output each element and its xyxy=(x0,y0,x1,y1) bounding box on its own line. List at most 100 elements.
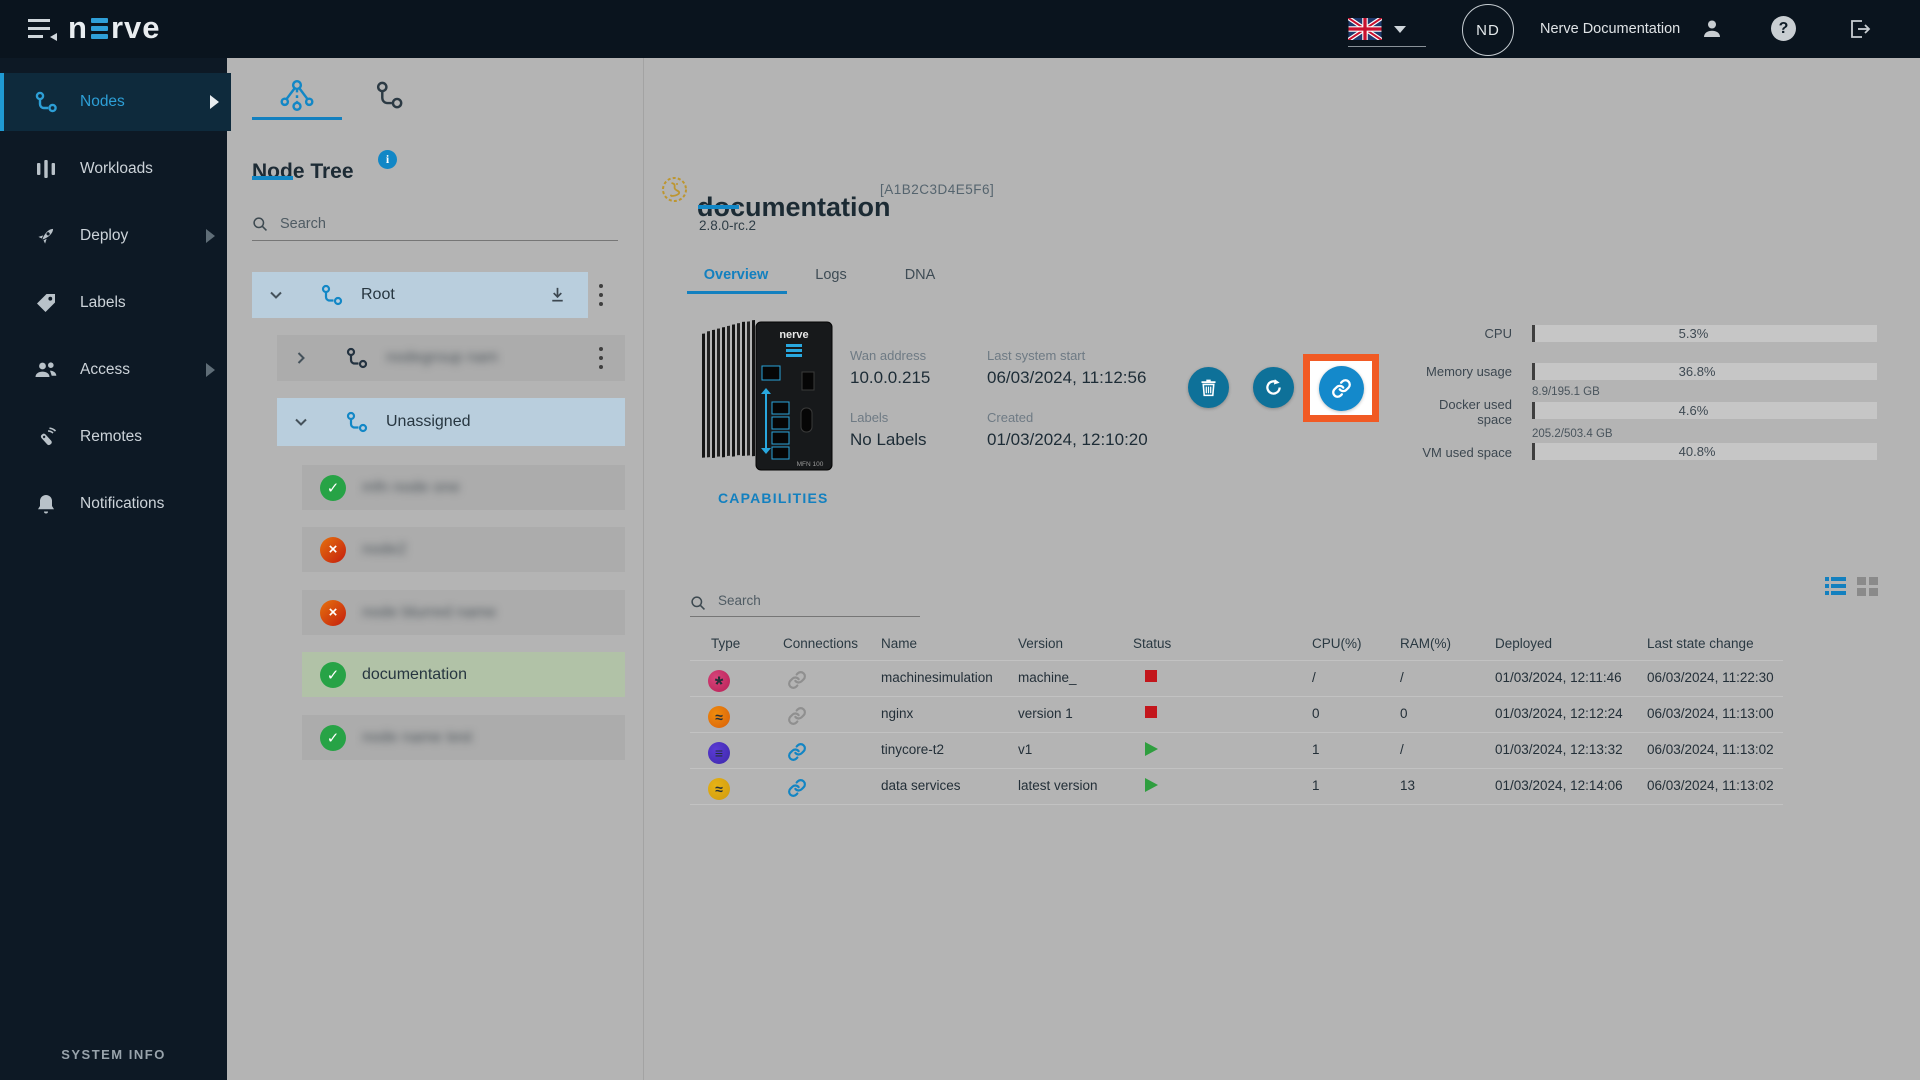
workload-search-input[interactable] xyxy=(690,585,920,617)
tree-node-row[interactable]: × node blurred name xyxy=(302,590,625,635)
user-avatar[interactable]: ND xyxy=(1462,4,1514,56)
kebab-menu-icon[interactable] xyxy=(594,347,608,369)
node-status-online-icon: ✓ xyxy=(320,724,346,751)
workload-type-icon xyxy=(708,778,730,800)
sidebar-item-notifications[interactable]: Notifications xyxy=(0,475,227,533)
stat-label-docker: Docker used space xyxy=(1439,397,1512,427)
field-value-created: 01/03/2024, 12:10:20 xyxy=(987,430,1148,449)
delete-node-button[interactable] xyxy=(1188,367,1229,408)
tree-node-row[interactable]: × node2 xyxy=(302,527,625,572)
field-value-last-start: 06/03/2024, 11:12:56 xyxy=(987,368,1147,387)
node-serial: [A1B2C3D4E5F6] xyxy=(880,182,995,197)
tree-node-row-documentation[interactable]: ✓ documentation xyxy=(302,652,625,697)
field-label: Wan address xyxy=(850,348,927,363)
dna-icon xyxy=(661,176,688,203)
node-group-icon xyxy=(344,409,370,435)
connection-link-icon[interactable] xyxy=(787,670,807,690)
status-started-icon xyxy=(1145,742,1158,756)
tree-node-row[interactable]: ✓ node name test xyxy=(302,715,625,760)
menu-toggle-icon[interactable] xyxy=(28,16,58,42)
reboot-node-button[interactable] xyxy=(1253,367,1294,408)
table-row[interactable]: nginx version 1 0 0 01/03/2024, 12:12:24… xyxy=(690,696,1783,732)
node-status-offline-icon: × xyxy=(320,599,346,626)
logout-icon[interactable] xyxy=(1848,17,1872,41)
tree-group-blurred[interactable]: nodegroup nam xyxy=(277,335,625,381)
stat-label-cpu: CPU xyxy=(1484,326,1512,341)
chevron-down-icon[interactable] xyxy=(293,414,309,430)
connection-link-icon[interactable] xyxy=(787,778,807,798)
sidebar-item-deploy[interactable]: Deploy xyxy=(0,207,227,265)
tree-search-input[interactable] xyxy=(252,208,618,241)
table-row[interactable]: data services latest version 1 13 01/03/… xyxy=(690,768,1783,805)
chevron-down-icon xyxy=(1394,25,1406,33)
node-status-offline-icon: × xyxy=(320,536,346,563)
search-icon xyxy=(252,216,269,233)
status-stopped-icon xyxy=(1145,706,1157,718)
node-name-underline xyxy=(698,205,739,209)
table-row[interactable]: tinycore-t2 v1 1 / 01/03/2024, 12:13:32 … xyxy=(690,732,1783,768)
node-status-online-icon: ✓ xyxy=(320,661,346,688)
sidebar-item-access[interactable]: Access xyxy=(0,341,227,399)
node-detail-panel: documentation [A1B2C3D4E5F6] 2.8.0-rc.2 … xyxy=(643,58,1920,1080)
tab-node-tree-icon[interactable] xyxy=(279,78,315,114)
chevron-right-icon[interactable] xyxy=(293,350,309,366)
list-view-icon[interactable] xyxy=(1825,577,1846,596)
grid-view-icon[interactable] xyxy=(1857,577,1878,596)
sidebar-item-nodes[interactable]: Nodes xyxy=(0,73,231,131)
uk-flag-icon xyxy=(1348,18,1382,40)
apply-tree-icon[interactable] xyxy=(548,285,567,304)
tree-group-unassigned[interactable]: Unassigned xyxy=(277,398,625,446)
chevron-down-icon[interactable] xyxy=(268,287,284,303)
reload-icon xyxy=(1266,379,1281,395)
help-icon[interactable]: ? xyxy=(1771,16,1796,41)
field-value-wan: 10.0.0.215 xyxy=(850,368,931,387)
connection-link-icon[interactable] xyxy=(787,742,807,762)
tab-dna[interactable]: DNA xyxy=(870,267,970,283)
profile-icon[interactable] xyxy=(1700,17,1724,41)
nodes-icon xyxy=(34,90,58,114)
tag-icon xyxy=(34,291,58,315)
title-underline xyxy=(252,176,293,180)
remote-icon xyxy=(34,425,58,449)
status-started-icon xyxy=(1145,778,1158,792)
nerve-logo-e xyxy=(90,17,108,39)
tree-search xyxy=(252,208,618,241)
connect-node-button[interactable] xyxy=(1318,365,1364,411)
table-header-row: Type Connections Name Version Status CPU… xyxy=(711,636,1754,651)
vm-space-detail: 205.2/503.4 GB xyxy=(1532,428,1613,440)
info-icon[interactable]: i xyxy=(378,150,397,169)
user-name: Nerve Documentation xyxy=(1540,21,1681,37)
submenu-arrow-icon xyxy=(206,363,215,377)
kebab-menu-icon[interactable] xyxy=(594,284,608,306)
node-version: 2.8.0-rc.2 xyxy=(699,218,757,233)
language-selector[interactable] xyxy=(1348,12,1426,47)
capabilities-link[interactable]: CAPABILITIES xyxy=(718,490,829,506)
table-row[interactable]: machinesimulation machine_ / / 01/03/202… xyxy=(690,660,1783,696)
tree-node-row[interactable]: ✓ mfn node one xyxy=(302,465,625,510)
users-icon xyxy=(34,358,58,382)
sidebar-item-labels[interactable]: Labels xyxy=(0,274,227,332)
tab-logs[interactable]: Logs xyxy=(781,267,881,283)
node-group-icon xyxy=(319,282,345,308)
system-info-button[interactable]: SYSTEM INFO xyxy=(0,1047,227,1062)
stat-label-vm: VM used space xyxy=(1422,445,1512,460)
tab-overview[interactable]: Overview xyxy=(686,267,786,283)
link-icon xyxy=(1331,378,1351,398)
tree-group-root[interactable]: Root xyxy=(252,272,588,318)
nerve-logo: n rve xyxy=(68,10,161,45)
workload-type-icon xyxy=(708,742,730,764)
cpu-usage-bar: 5.3% xyxy=(1532,325,1877,342)
docker-space-detail: 8.9/195.1 GB xyxy=(1532,386,1600,398)
tab-node-list-icon[interactable] xyxy=(372,78,408,114)
stat-label-memory: Memory usage xyxy=(1426,364,1512,379)
connection-link-icon[interactable] xyxy=(787,706,807,726)
device-photo: nerve MFN 100 xyxy=(698,316,858,476)
sidebar-item-workloads[interactable]: Workloads xyxy=(0,140,227,198)
submenu-arrow-icon xyxy=(210,95,219,109)
workload-table: Type Connections Name Version Status CPU… xyxy=(690,630,1783,805)
sidebar-item-remotes[interactable]: Remotes xyxy=(0,408,227,466)
rocket-icon xyxy=(34,224,58,248)
field-value-labels: No Labels xyxy=(850,430,927,449)
node-group-icon xyxy=(344,345,370,371)
page-title: Node Tree xyxy=(252,160,354,184)
